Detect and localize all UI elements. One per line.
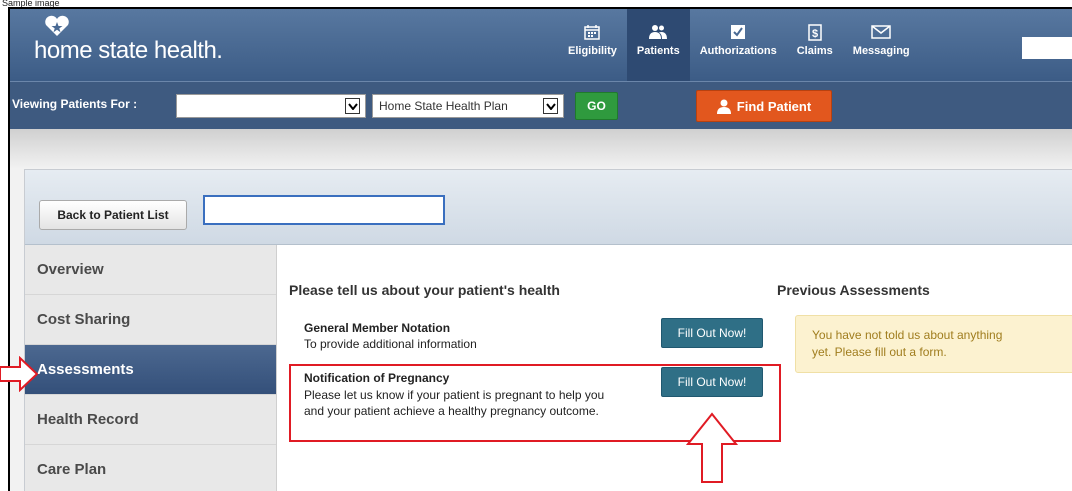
person-icon bbox=[716, 99, 731, 114]
panel-header: Back to Patient List bbox=[25, 170, 1072, 245]
heart-star-logo-icon bbox=[45, 15, 69, 36]
patients-icon bbox=[648, 23, 668, 41]
sidebar-item-care-plan[interactable]: Care Plan bbox=[25, 445, 276, 491]
chevron-down-icon[interactable] bbox=[345, 98, 360, 114]
logo-text: home state health. bbox=[34, 37, 223, 64]
provider-select[interactable] bbox=[176, 94, 366, 118]
chevron-down-icon[interactable] bbox=[543, 98, 558, 114]
nav-claims-label: Claims bbox=[796, 45, 833, 57]
main-nav: Eligibility Patients Authorizations $ Cl… bbox=[558, 9, 920, 81]
plan-select-value: Home State Health Plan bbox=[379, 99, 508, 113]
sidebar-item-cost-sharing[interactable]: Cost Sharing bbox=[25, 295, 276, 345]
sidebar-item-overview[interactable]: Overview bbox=[25, 245, 276, 295]
annotation-up-arrow-icon bbox=[685, 412, 739, 483]
nav-patients-label: Patients bbox=[636, 45, 680, 57]
plan-select[interactable]: Home State Health Plan bbox=[372, 94, 564, 118]
dollar-document-icon: $ bbox=[805, 23, 825, 41]
nav-patients[interactable]: Patients bbox=[626, 9, 690, 81]
find-patient-label: Find Patient bbox=[736, 98, 812, 114]
back-to-patient-list-button[interactable]: Back to Patient List bbox=[39, 200, 187, 230]
general-member-notation-description: To provide additional information bbox=[304, 337, 477, 351]
nav-authorizations-label: Authorizations bbox=[699, 45, 777, 57]
patient-panel: Back to Patient List Overview Cost Shari… bbox=[24, 169, 1072, 491]
notice-line2: yet. Please fill out a form. bbox=[812, 345, 947, 359]
viewing-patients-label: Viewing Patients For : bbox=[12, 97, 138, 111]
patient-sidebar: Overview Cost Sharing Assessments Health… bbox=[25, 245, 277, 491]
separator-strip bbox=[10, 129, 1072, 169]
annotation-right-arrow-icon bbox=[0, 356, 38, 392]
patient-filter-bar: Viewing Patients For : Home State Health… bbox=[10, 81, 1072, 129]
find-patient-button[interactable]: Find Patient bbox=[696, 90, 832, 122]
screenshot-caption: Sample image bbox=[2, 0, 60, 7]
nav-claims[interactable]: $ Claims bbox=[787, 9, 843, 81]
account-field[interactable] bbox=[1022, 37, 1072, 59]
patient-name-field[interactable] bbox=[203, 195, 445, 225]
top-navigation-bar: home state health. Eligibility Patients … bbox=[10, 9, 1072, 81]
previous-assessments-heading: Previous Assessments bbox=[777, 282, 930, 298]
assessments-heading: Please tell us about your patient's heal… bbox=[289, 282, 560, 298]
checkmark-icon bbox=[728, 23, 748, 41]
envelope-icon bbox=[871, 23, 891, 41]
general-member-notation-title: General Member Notation bbox=[304, 321, 451, 335]
sidebar-item-health-record[interactable]: Health Record bbox=[25, 395, 276, 445]
go-button[interactable]: GO bbox=[575, 92, 618, 120]
svg-text:$: $ bbox=[812, 28, 818, 40]
notice-line1: You have not told us about anything bbox=[812, 328, 1003, 342]
nav-authorizations[interactable]: Authorizations bbox=[690, 9, 787, 81]
no-previous-assessments-notice: You have not told us about anything yet.… bbox=[795, 315, 1072, 373]
nav-eligibility-label: Eligibility bbox=[568, 45, 617, 57]
calendar-icon bbox=[582, 23, 602, 41]
fill-out-general-member-notation-button[interactable]: Fill Out Now! bbox=[661, 318, 763, 348]
sidebar-item-assessments[interactable]: Assessments bbox=[25, 345, 276, 395]
nav-eligibility[interactable]: Eligibility bbox=[558, 9, 627, 81]
nav-messaging-label: Messaging bbox=[852, 45, 910, 57]
nav-messaging[interactable]: Messaging bbox=[843, 9, 920, 81]
